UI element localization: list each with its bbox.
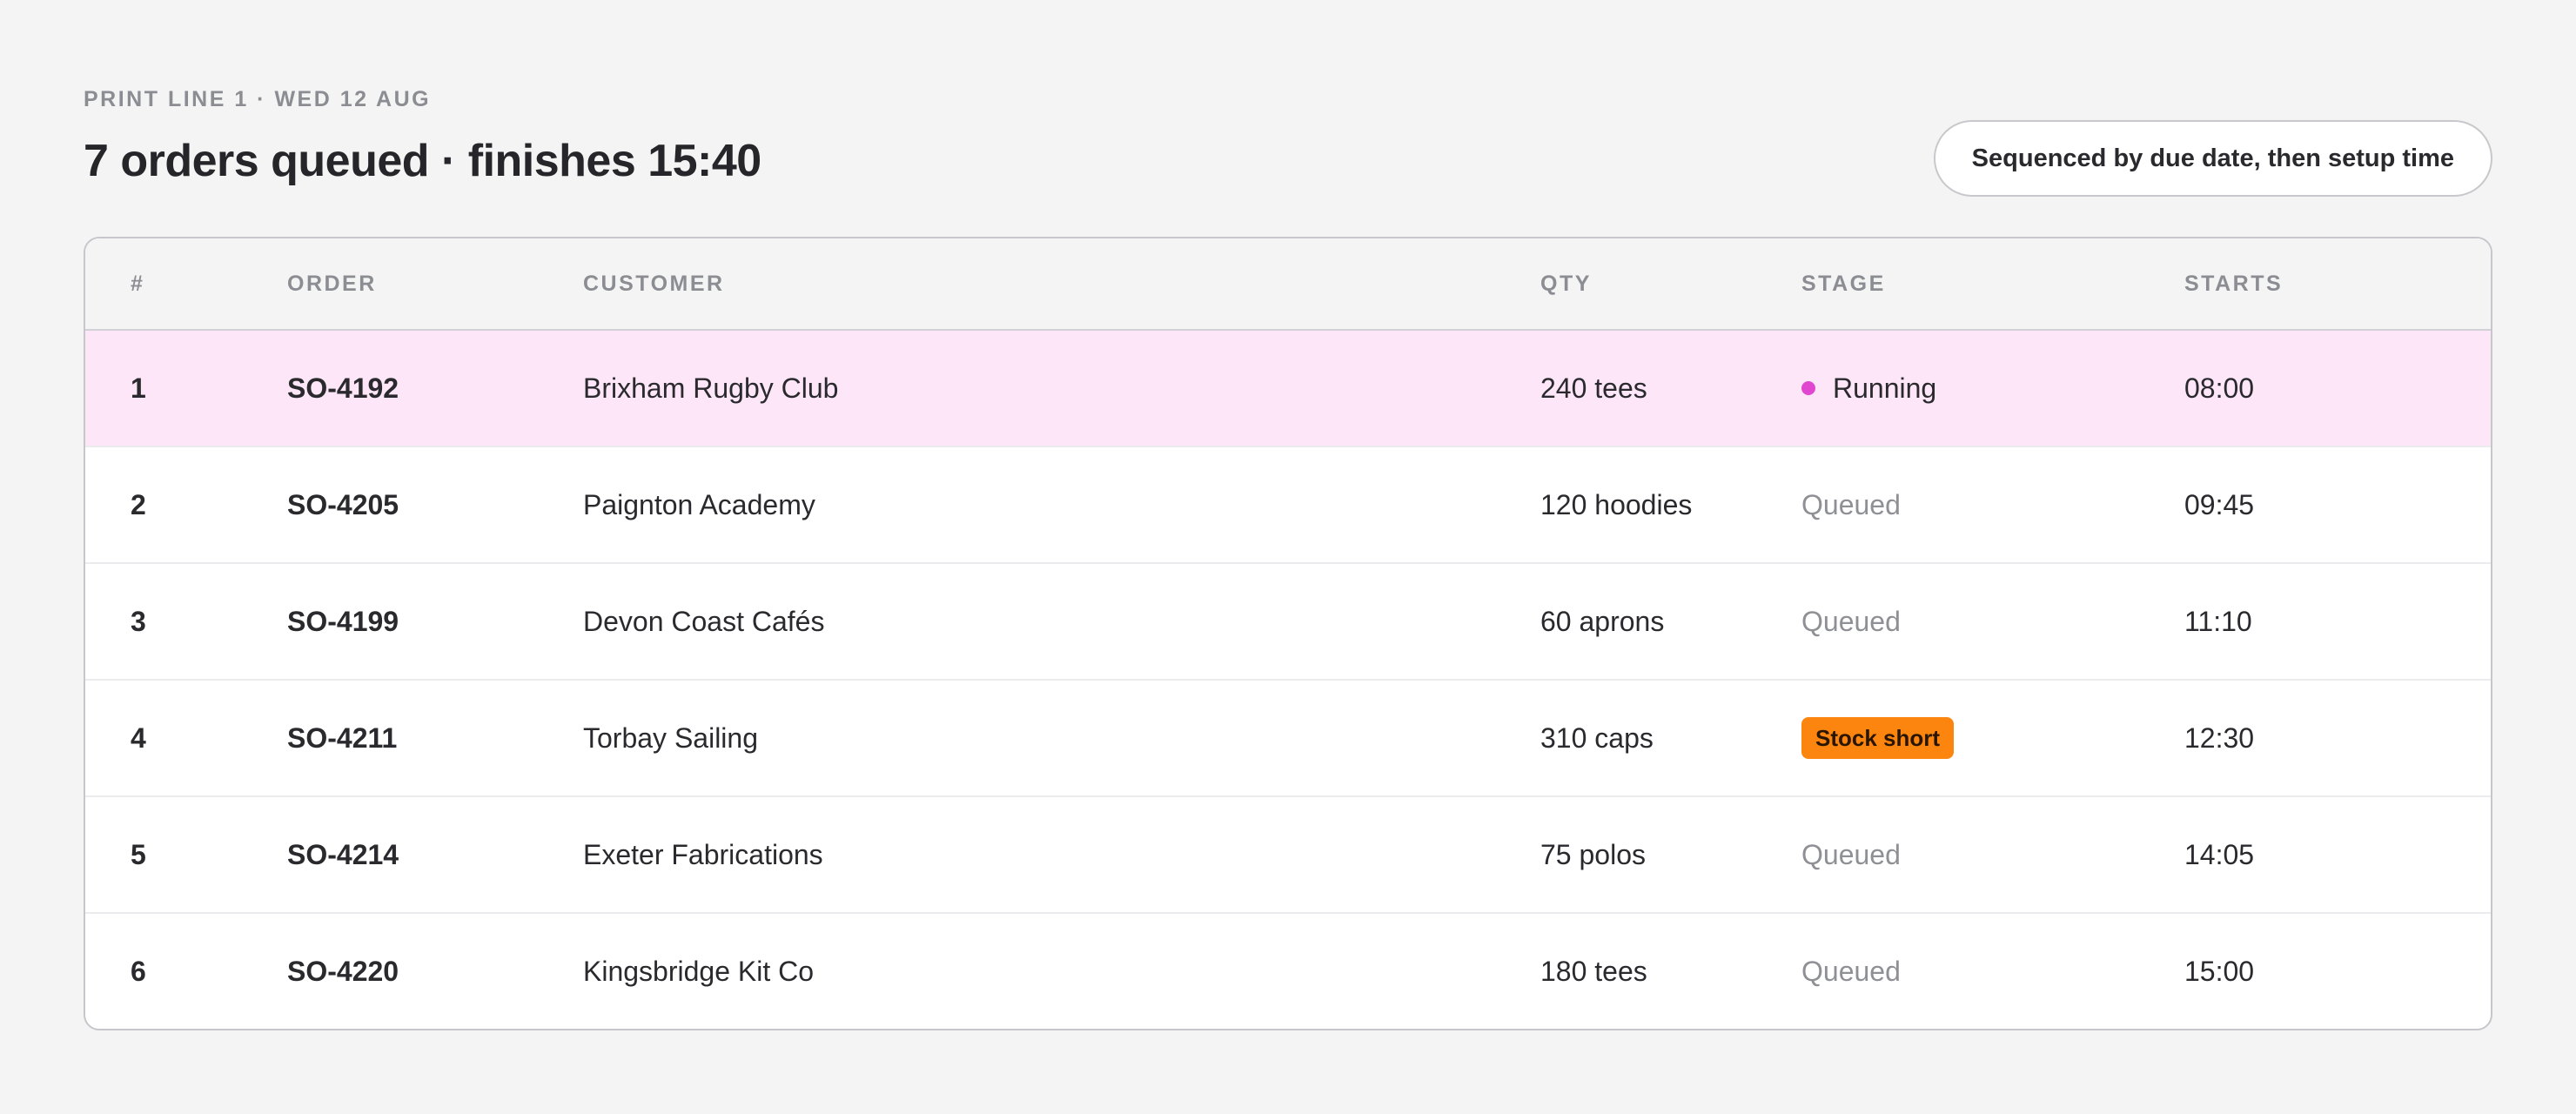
table-row[interactable]: 1 SO-4192 Brixham Rugby Club 240 tees Ru…: [85, 331, 2491, 447]
running-dot-icon: [1801, 381, 1815, 395]
column-header-number[interactable]: #: [131, 238, 144, 329]
start-time: 12:30: [2184, 721, 2255, 754]
table-row[interactable]: 4 SO-4211 Torbay Sailing 310 caps Stock …: [85, 681, 2491, 797]
customer-name: Exeter Fabrications: [583, 838, 823, 870]
start-time: 09:45: [2184, 488, 2255, 520]
stage-label: Running: [1833, 372, 1937, 404]
column-header-order[interactable]: ORDER: [287, 238, 377, 329]
table-row[interactable]: 2 SO-4205 Paignton Academy 120 hoodies Q…: [85, 447, 2491, 564]
quantity: 310 caps: [1540, 721, 1654, 754]
stage-status: Queued: [1801, 488, 1901, 520]
customer-name: Brixham Rugby Club: [583, 372, 839, 404]
orders-table: # ORDER CUSTOMER QTY STAGE STARTS 1 SO-4…: [84, 237, 2492, 1030]
start-time: 15:00: [2184, 955, 2255, 987]
start-time: 14:05: [2184, 838, 2255, 870]
column-header-customer[interactable]: CUSTOMER: [583, 238, 725, 329]
table-row[interactable]: 5 SO-4214 Exeter Fabrications 75 polos Q…: [85, 797, 2491, 914]
page-eyebrow: PRINT LINE 1 · WED 12 AUG: [84, 87, 432, 111]
stage-status: Stock short: [1801, 681, 1955, 795]
customer-name: Torbay Sailing: [583, 721, 758, 754]
column-header-stage[interactable]: STAGE: [1801, 238, 1886, 329]
column-header-starts[interactable]: STARTS: [2184, 238, 2283, 329]
order-id: SO-4220: [287, 955, 399, 987]
table-body: 1 SO-4192 Brixham Rugby Club 240 tees Ru…: [85, 331, 2491, 1029]
table-row[interactable]: 3 SO-4199 Devon Coast Cafés 60 aprons Qu…: [85, 564, 2491, 681]
sequence-rule-button[interactable]: Sequenced by due date, then setup time: [1933, 120, 2492, 197]
order-id: SO-4205: [287, 488, 399, 520]
row-number: 2: [131, 488, 146, 520]
order-id: SO-4192: [287, 372, 399, 404]
quantity: 120 hoodies: [1540, 488, 1693, 520]
table-row[interactable]: 6 SO-4220 Kingsbridge Kit Co 180 tees Qu…: [85, 914, 2491, 1029]
stock-short-badge[interactable]: Stock short: [1801, 717, 1955, 759]
order-id: SO-4214: [287, 838, 399, 870]
column-header-qty[interactable]: QTY: [1540, 238, 1592, 329]
page-header: PRINT LINE 1 · WED 12 AUG 7 orders queue…: [84, 87, 2492, 200]
row-number: 4: [131, 721, 146, 754]
row-number: 1: [131, 372, 146, 404]
page: PRINT LINE 1 · WED 12 AUG 7 orders queue…: [0, 0, 2576, 1114]
quantity: 60 aprons: [1540, 605, 1665, 637]
stage-status: Queued: [1801, 605, 1901, 637]
quantity: 180 tees: [1540, 955, 1647, 987]
row-number: 3: [131, 605, 146, 637]
stage-status: Running: [1801, 331, 1936, 446]
row-number: 5: [131, 838, 146, 870]
start-time: 11:10: [2184, 605, 2252, 637]
page-title: 7 orders queued · finishes 15:40: [84, 136, 761, 186]
order-id: SO-4211: [287, 721, 398, 754]
stage-status: Queued: [1801, 955, 1901, 987]
quantity: 75 polos: [1540, 838, 1646, 870]
customer-name: Paignton Academy: [583, 488, 815, 520]
customer-name: Kingsbridge Kit Co: [583, 955, 815, 987]
order-id: SO-4199: [287, 605, 399, 637]
table-header: # ORDER CUSTOMER QTY STAGE STARTS: [85, 238, 2491, 331]
stage-status: Queued: [1801, 838, 1901, 870]
start-time: 08:00: [2184, 372, 2255, 404]
customer-name: Devon Coast Cafés: [583, 605, 825, 637]
row-number: 6: [131, 955, 146, 987]
quantity: 240 tees: [1540, 372, 1647, 404]
